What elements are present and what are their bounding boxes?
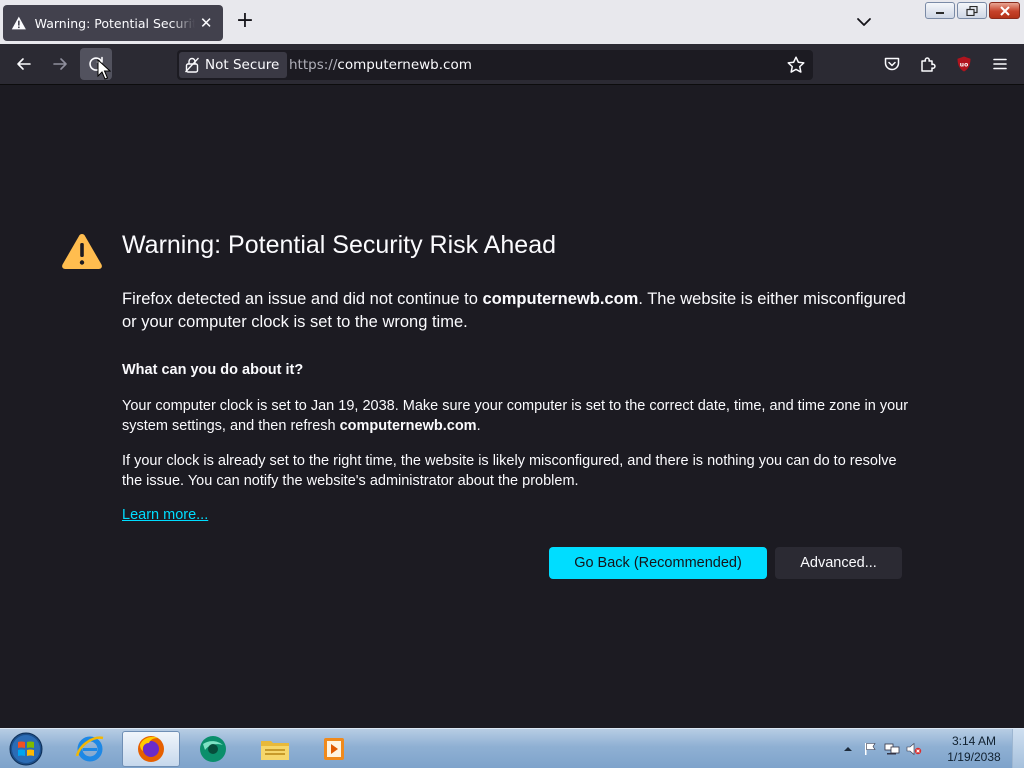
taskbar-clock[interactable]: 3:14 AM 1/19/2038	[938, 733, 1010, 765]
tab-strip: Warning: Potential Security Risk Ahead ✕…	[0, 0, 1024, 44]
clock-date: 1/19/2038	[947, 750, 1001, 764]
bookmark-star-icon[interactable]	[785, 54, 807, 76]
taskbar-media-player[interactable]	[306, 731, 364, 767]
app-globe-icon	[200, 736, 226, 762]
close-icon	[999, 5, 1010, 16]
site-identity-button[interactable]: Not Secure	[179, 52, 288, 78]
arrow-left-icon	[17, 58, 31, 70]
url-text[interactable]: https://computernewb.com	[289, 50, 472, 80]
system-tray	[840, 729, 922, 768]
misconfigured-paragraph: If your clock is already set to the righ…	[122, 453, 897, 489]
url-scheme: https://	[289, 57, 338, 73]
hamburger-menu-icon	[993, 58, 1007, 70]
show-hidden-icons-icon[interactable]	[840, 741, 856, 757]
show-desktop-button[interactable]	[1012, 729, 1024, 768]
volume-muted-icon[interactable]	[906, 741, 922, 757]
restore-icon	[966, 5, 978, 16]
tab-close-icon[interactable]: ✕	[197, 14, 215, 32]
taskbar-internet-explorer[interactable]	[61, 731, 119, 767]
lock-insecure-icon	[185, 57, 199, 73]
back-button[interactable]	[8, 48, 40, 80]
url-host: computernewb.com	[337, 57, 472, 73]
internet-explorer-icon	[75, 736, 104, 762]
clock-paragraph: Your computer clock is set to Jan 19, 20…	[122, 396, 912, 436]
go-back-button[interactable]: Go Back (Recommended)	[549, 547, 767, 579]
clock-text-after: .	[476, 418, 481, 434]
ublock-origin-button[interactable]: uo	[948, 48, 980, 80]
what-can-you-do-heading: What can you do about it?	[122, 362, 304, 378]
learn-more-link[interactable]: Learn more...	[122, 507, 208, 523]
warning-triangle-icon	[62, 234, 102, 269]
page-title: Warning: Potential Security Risk Ahead	[122, 231, 557, 259]
tab-security-warning[interactable]: Warning: Potential Security Risk Ahead ✕	[3, 5, 223, 41]
warning-icon	[11, 16, 26, 30]
not-secure-label: Not Secure	[205, 57, 280, 73]
taskbar-firefox[interactable]	[122, 731, 180, 767]
network-icon[interactable]	[884, 741, 900, 757]
windows-taskbar: 3:14 AM 1/19/2038	[0, 728, 1024, 768]
window-controls	[925, 2, 1020, 20]
pocket-button[interactable]	[876, 48, 908, 80]
clock-time: 3:14 AM	[951, 734, 997, 748]
restore-button[interactable]	[957, 2, 987, 19]
ublock-shield-icon: uo	[957, 56, 971, 72]
clock-text-before: Your computer clock is set to Jan 19, 20…	[122, 398, 909, 434]
folder-icon	[261, 741, 289, 760]
url-bar[interactable]: Not Secure https://computernewb.com	[177, 50, 813, 80]
intro-paragraph: Firefox detected an issue and did not co…	[122, 288, 912, 333]
pocket-icon	[884, 57, 900, 71]
minimize-icon	[936, 11, 944, 14]
intro-host: computernewb.com	[482, 290, 639, 308]
tab-title: Warning: Potential Security Risk Ahead	[34, 15, 196, 31]
app-menu-button[interactable]	[984, 48, 1016, 80]
minimize-button[interactable]	[925, 2, 955, 19]
taskbar-file-explorer[interactable]	[246, 731, 304, 767]
media-player-icon	[324, 738, 344, 760]
advanced-button[interactable]: Advanced...	[775, 547, 902, 579]
taskbar-app[interactable]	[184, 731, 242, 767]
firefox-icon	[138, 736, 164, 762]
error-page: Warning: Potential Security Risk Ahead F…	[0, 86, 1024, 728]
close-window-button[interactable]	[989, 2, 1020, 19]
clock-host: computernewb.com	[339, 418, 477, 434]
arrow-right-icon	[53, 58, 67, 70]
extensions-button[interactable]	[912, 48, 944, 80]
windows-start-button[interactable]	[6, 730, 46, 768]
puzzle-piece-icon	[921, 57, 936, 72]
intro-text-before: Firefox detected an issue and did not co…	[122, 290, 483, 308]
action-center-flag-icon[interactable]	[862, 741, 878, 757]
svg-text:uo: uo	[960, 61, 968, 68]
forward-button[interactable]	[44, 48, 76, 80]
chevron-down-icon[interactable]	[852, 10, 876, 34]
navigation-toolbar: Not Secure https://computernewb.com uo	[0, 44, 1024, 85]
mouse-cursor-icon	[97, 59, 111, 80]
new-tab-button[interactable]: +	[233, 10, 257, 34]
